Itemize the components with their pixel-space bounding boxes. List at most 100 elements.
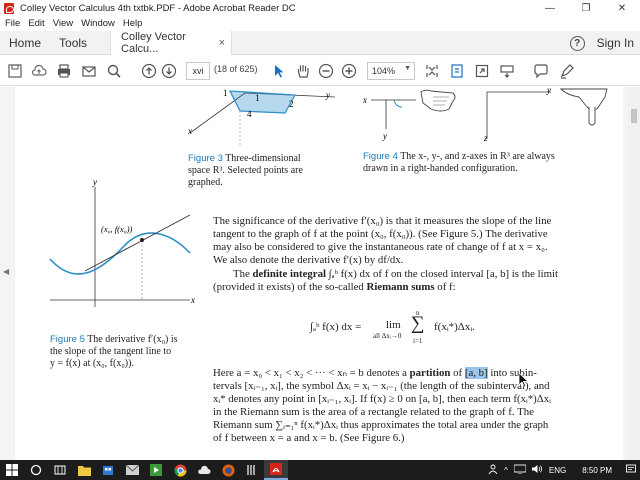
store-icon[interactable]	[96, 460, 120, 480]
previous-page-icon[interactable]	[140, 62, 158, 80]
tab-tools[interactable]: Tools	[50, 31, 96, 55]
equation-sum-lower: i=1	[413, 337, 423, 345]
fig5-axis-y: y	[92, 177, 97, 187]
acrobat-taskbar-icon[interactable]	[264, 460, 288, 480]
title-bar: Colley Vector Calculus 4th txtbk.PDF - A…	[0, 0, 640, 17]
selected-text[interactable]: [a, b]	[464, 367, 488, 379]
notifications-icon[interactable]	[626, 464, 636, 476]
cloud-drive-icon[interactable]	[192, 460, 216, 480]
term-partition: partition	[409, 367, 451, 379]
menu-window[interactable]: Window	[81, 18, 115, 29]
figure-5-graphic: y x (x₀, f(x₀))	[49, 177, 195, 307]
scrollbar-thumb[interactable]	[631, 109, 637, 123]
cortana-icon[interactable]	[24, 460, 48, 480]
read-mode-icon[interactable]	[498, 62, 516, 80]
menu-view[interactable]: View	[53, 18, 73, 29]
chevron-up-icon[interactable]: ^	[504, 466, 508, 475]
figure-5-caption-line1: The derivative f′(x₀) is	[87, 334, 178, 345]
figure-5-label: Figure 5	[50, 334, 85, 345]
system-clock[interactable]: 8:50 PM	[582, 466, 612, 475]
equation-lim: lim	[386, 319, 401, 331]
toolbar: xvi (18 of 625) 104% ▼	[0, 56, 640, 86]
tab-home[interactable]: Home	[0, 31, 50, 55]
figure-4-label: Figure 4	[363, 151, 398, 162]
file-explorer-icon[interactable]	[72, 460, 96, 480]
zoom-out-icon[interactable]	[317, 62, 335, 80]
mail-icon[interactable]	[120, 460, 144, 480]
fig3-label-1a: 1	[223, 88, 228, 98]
chrome-icon[interactable]	[168, 460, 192, 480]
text-line: may also be considered to give the insta…	[213, 241, 548, 253]
network-icon[interactable]	[513, 464, 527, 476]
figure-4-caption: Figure 4 The x-, y-, and z-axes in R³ ar…	[363, 151, 593, 175]
input-language[interactable]: ENG	[549, 466, 566, 475]
email-icon[interactable]	[80, 62, 98, 80]
person-icon[interactable]	[488, 464, 498, 476]
text-span: (provided it exists) of the so-called	[213, 281, 367, 293]
fig4-axis-y-left: y	[382, 131, 387, 141]
equation-lhs: ∫ₐᵇ f(x) dx =	[310, 321, 362, 333]
next-page-icon[interactable]	[160, 62, 178, 80]
fig3-axis-y: y	[325, 90, 330, 100]
task-view-icon[interactable]	[48, 460, 72, 480]
fig5-point-label: (x₀, f(x₀))	[101, 224, 133, 234]
text-span: ∫ₐᵇ f(x) dx of f on the closed interval …	[325, 268, 558, 280]
upload-cloud-icon[interactable]	[30, 62, 48, 80]
highlight-pen-icon[interactable]	[558, 62, 576, 80]
vertical-scrollbar[interactable]	[628, 87, 640, 460]
fig4-axis-z: z	[483, 133, 488, 143]
menu-edit[interactable]: Edit	[28, 18, 44, 29]
window-controls: — ❐ ✕	[532, 0, 640, 17]
minimize-button[interactable]: —	[532, 0, 568, 17]
page-left-arrow-icon[interactable]: ◀	[3, 267, 9, 276]
windows-start-icon[interactable]	[0, 460, 24, 480]
figure-4-caption-line2: drawn in a right-handed configuration.	[363, 163, 518, 174]
figure-3-caption-line2: space R³. Selected points are	[188, 165, 303, 176]
maximize-button[interactable]: ❐	[568, 0, 604, 17]
figure-5-caption: Figure 5 The derivative f′(x₀) is the sl…	[50, 334, 195, 370]
menu-help[interactable]: Help	[123, 18, 143, 29]
document-viewport[interactable]: ◀ ▶ 1 1 2 4 y x x y y	[0, 87, 640, 460]
volume-icon[interactable]	[531, 464, 543, 476]
fig3-axis-x: x	[187, 126, 192, 136]
select-cursor-icon[interactable]	[270, 62, 288, 80]
figure-3-graphic: 1 1 2 4 y x	[187, 88, 336, 145]
hand-tool-icon[interactable]	[294, 62, 312, 80]
fit-page-icon[interactable]	[423, 62, 441, 80]
windows-taskbar: ^ ENG 8:50 PM	[0, 460, 640, 480]
print-icon[interactable]	[55, 62, 73, 80]
fig3-label-2: 2	[289, 99, 294, 109]
close-window-button[interactable]: ✕	[604, 0, 640, 17]
save-icon[interactable]	[6, 62, 24, 80]
account-area: ? Sign In	[569, 31, 634, 55]
page-number-input[interactable]: xvi	[186, 62, 210, 80]
zoom-level-select[interactable]: 104% ▼	[367, 62, 415, 80]
media-app-icon[interactable]	[144, 460, 168, 480]
zoom-in-icon[interactable]	[340, 62, 358, 80]
sign-in-button[interactable]: Sign In	[597, 36, 634, 50]
libraries-icon[interactable]	[240, 460, 264, 480]
term-definite-integral: definite integral	[252, 268, 326, 280]
paragraph-definite-integral: The definite integral ∫ₐᵇ f(x) dx of f o…	[213, 268, 558, 294]
text-span: The	[233, 268, 253, 280]
comment-icon[interactable]	[532, 62, 550, 80]
menu-file[interactable]: File	[5, 18, 20, 29]
menu-bar: File Edit View Window Help	[0, 16, 640, 31]
riemann-equation: ∫ₐᵇ f(x) dx = lim all Δxᵢ→0 n ∑ i=1 f(xᵢ…	[310, 309, 510, 351]
fig3-label-1b: 1	[255, 93, 260, 103]
equation-sum-sign: ∑	[411, 313, 425, 334]
firefox-icon[interactable]	[216, 460, 240, 480]
window-title: Colley Vector Calculus 4th txtbk.PDF - A…	[20, 3, 296, 14]
scrolling-mode-icon[interactable]	[448, 62, 466, 80]
search-icon[interactable]	[105, 62, 123, 80]
help-icon[interactable]: ?	[569, 35, 585, 51]
acrobat-logo-icon	[4, 3, 14, 14]
text-line: Riemann sum ∑ᵢ₌₁ⁿ f(xᵢ*)Δxᵢ thus approxi…	[213, 419, 549, 431]
tab-bar: Home Tools Colley Vector Calcu... × ? Si…	[0, 30, 640, 55]
zoom-value: 104%	[372, 66, 396, 76]
tab-document[interactable]: Colley Vector Calcu... ×	[110, 30, 233, 55]
full-screen-icon[interactable]	[473, 62, 491, 80]
close-tab-icon[interactable]: ×	[219, 37, 225, 49]
equation-lim-subscript: all Δxᵢ→0	[373, 332, 402, 340]
text-span: Here a = x₀ < x₁ < x₂ < ··· < xₙ = b den…	[213, 367, 410, 379]
